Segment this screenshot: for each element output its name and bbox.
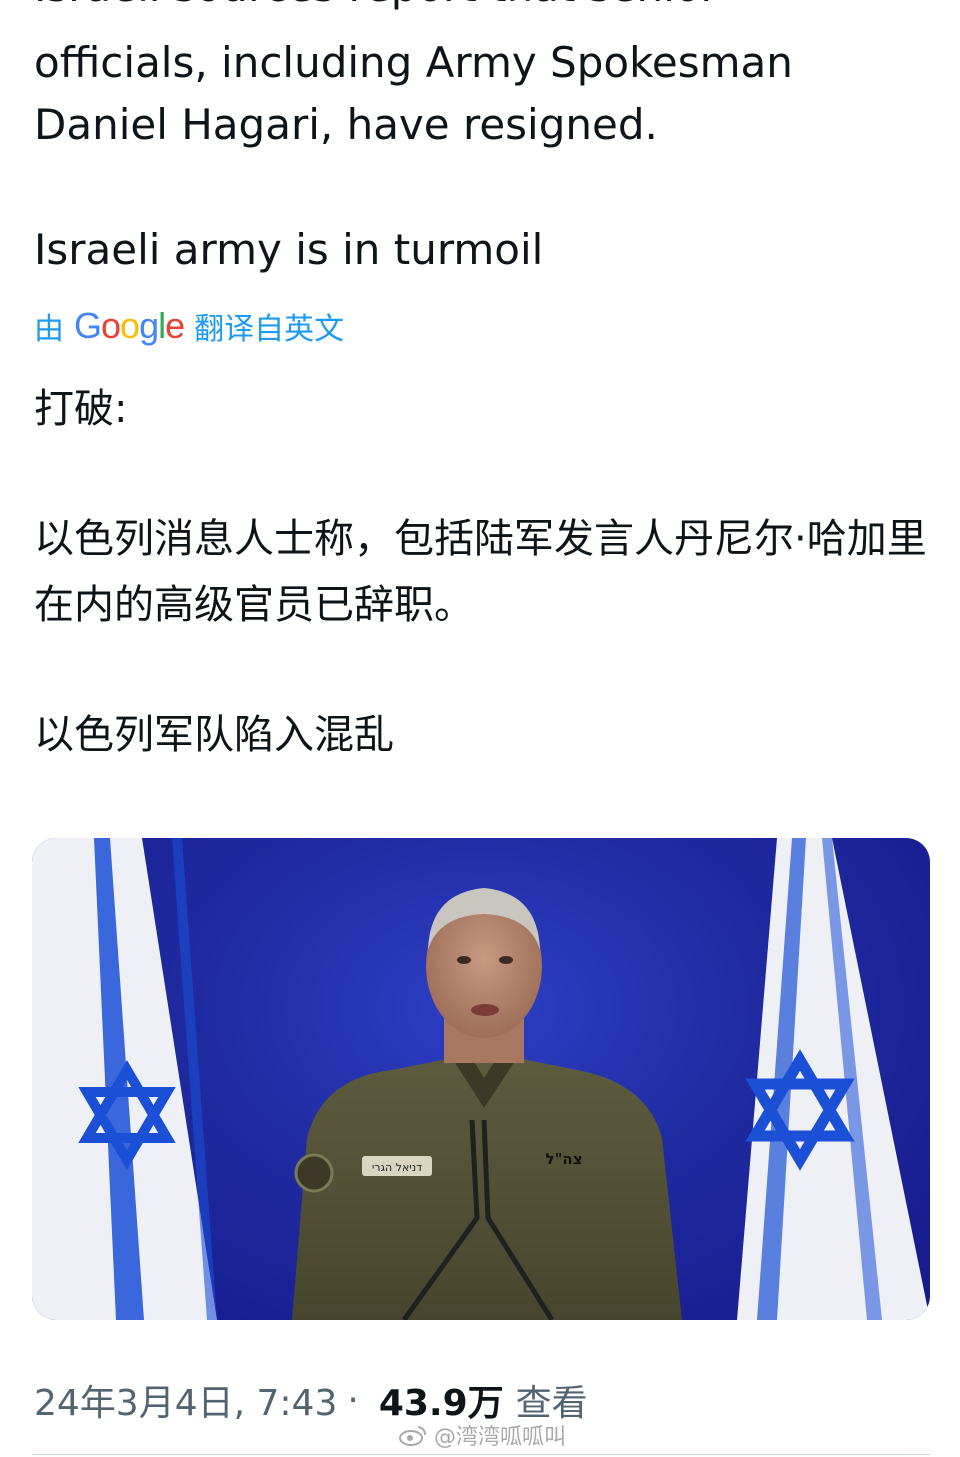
tweet-paragraph-turmoil: Israeli army is in turmoil bbox=[34, 225, 544, 274]
tweet-divider bbox=[32, 1454, 930, 1455]
right-israeli-flag bbox=[737, 838, 930, 1320]
translated-heading: 打破: bbox=[34, 386, 128, 432]
translated-paragraph-turmoil: 以色列军队陷入混乱 bbox=[34, 712, 394, 758]
translated-text: 打破: 以色列消息人士称，包括陆军发言人丹尼尔·哈加里在内的高级官员已辞职。 以… bbox=[34, 376, 934, 768]
tweet-timestamp[interactable]: 24年3月4日, 7:43 bbox=[34, 1374, 337, 1426]
meta-separator: · bbox=[347, 1379, 359, 1421]
speaker-figure: דניאל הגרי צה"ל bbox=[292, 888, 682, 1320]
google-logo: Google bbox=[74, 305, 185, 346]
watermark-text: @湾湾呱呱叫 bbox=[434, 1425, 567, 1450]
weibo-watermark: @湾湾呱呱叫 bbox=[398, 1418, 566, 1452]
uniform-unit-tag: צה"ל bbox=[546, 1150, 583, 1168]
cut-off-text-line: Israeli sources report that senior bbox=[34, 0, 718, 18]
spokesman-at-podium-image: דניאל הגרי צה"ל bbox=[32, 838, 930, 1320]
tweet-photo[interactable]: דניאל הגרי צה"ל bbox=[32, 838, 930, 1320]
left-israeli-flag bbox=[32, 838, 217, 1320]
translate-attribution[interactable]: 由 Google 翻译自英文 bbox=[34, 304, 344, 348]
translate-prefix: 由 bbox=[34, 312, 64, 347]
uniform-nametag: דניאל הגרי bbox=[372, 1161, 422, 1174]
tweet-english-text: officials, including Army Spokesman Dani… bbox=[34, 32, 934, 281]
translated-paragraph-resignation: 以色列消息人士称，包括陆军发言人丹尼尔·哈加里在内的高级官员已辞职。 bbox=[34, 516, 927, 628]
translate-suffix: 翻译自英文 bbox=[194, 312, 345, 347]
tweet-paragraph-resignation: officials, including Army Spokesman Dani… bbox=[34, 38, 793, 149]
weibo-icon bbox=[399, 1426, 426, 1446]
